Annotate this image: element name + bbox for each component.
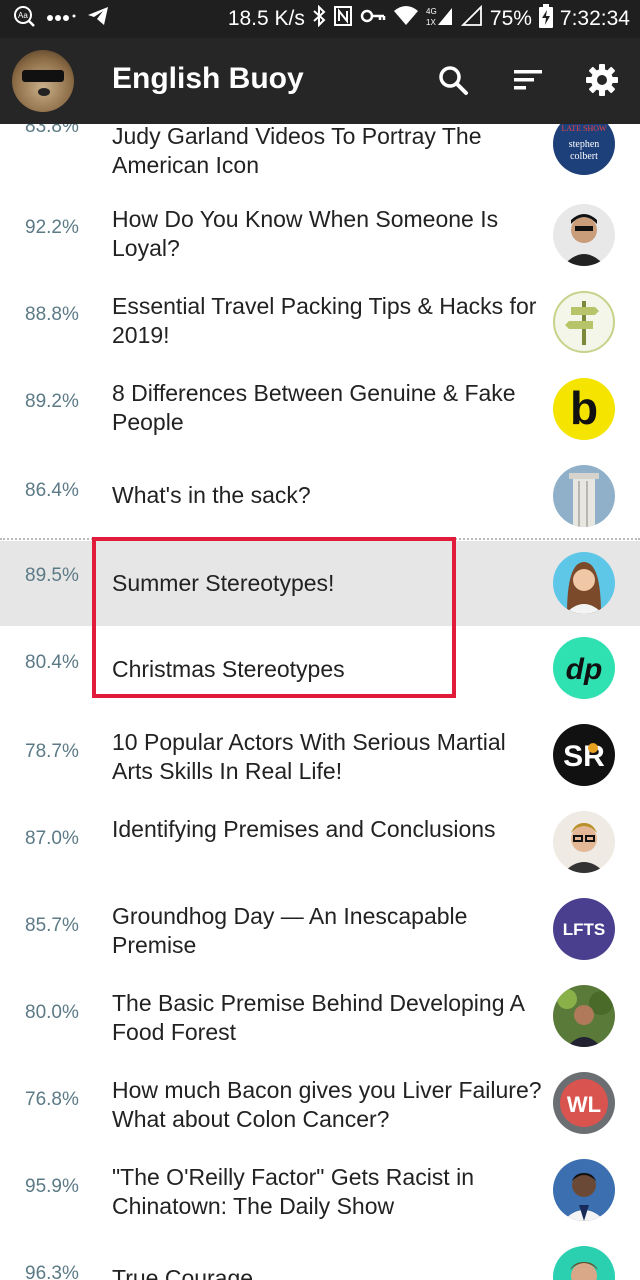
- svg-text:colbert: colbert: [570, 151, 598, 162]
- video-title: Groundhog Day — An Inescapable Premise: [112, 903, 468, 958]
- video-title: How Do You Know When Someone Is Loyal?: [112, 206, 499, 261]
- channel-thumbnail: [553, 1159, 615, 1221]
- svg-text:WL: WL: [567, 1092, 601, 1117]
- match-score: 83.8%: [25, 124, 79, 137]
- bluetooth-icon: [312, 4, 326, 33]
- video-title: How much Bacon gives you Liver Failure? …: [112, 1077, 542, 1132]
- video-title: "The O'Reilly Factor" Gets Racist in Chi…: [112, 1164, 474, 1219]
- battery-charging-icon: [538, 4, 553, 34]
- list-item[interactable]: 83.8% Judy Garland Videos To Portray The…: [0, 124, 640, 193]
- channel-thumbnail: [553, 1246, 615, 1280]
- signal-4g-icon: 4G 1X: [426, 5, 454, 33]
- video-title: Christmas Stereotypes: [112, 656, 345, 682]
- sort-icon: [512, 66, 544, 99]
- app-title: English Buoy: [112, 62, 304, 95]
- battery-percent: 75%: [489, 7, 532, 30]
- list-item[interactable]: 80.4% Christmas Stereotypes dp: [0, 626, 640, 713]
- list-item[interactable]: 85.7% Groundhog Day — An Inescapable Pre…: [0, 887, 640, 974]
- gear-icon: [585, 63, 619, 102]
- channel-thumbnail: b: [553, 378, 615, 440]
- match-score: 80.0%: [25, 1002, 79, 1023]
- svg-text:b: b: [570, 382, 598, 434]
- match-score: 92.2%: [25, 217, 79, 238]
- video-title: True Courage: [112, 1265, 254, 1280]
- list-item[interactable]: 87.0% Identifying Premises and Conclusio…: [0, 800, 640, 887]
- video-list: 83.8% Judy Garland Videos To Portray The…: [0, 124, 640, 1280]
- match-score: 87.0%: [25, 828, 79, 849]
- list-item[interactable]: 86.4% What's in the sack?: [0, 454, 640, 541]
- list-item[interactable]: 89.2% 8 Differences Between Genuine & Fa…: [0, 367, 640, 454]
- match-score: 96.3%: [25, 1263, 79, 1280]
- channel-thumbnail: WL: [553, 1072, 615, 1134]
- svg-text:dp: dp: [566, 653, 603, 686]
- channel-thumbnail: SR: [553, 724, 615, 786]
- signal-icon: [460, 4, 483, 33]
- channel-thumbnail: LATE SHOW stephen colbert: [553, 124, 615, 175]
- svg-text:1X: 1X: [426, 18, 436, 27]
- status-bar: Aa 18.5 K/s 4G 1X 75% 7:32:34: [0, 0, 640, 38]
- settings-button[interactable]: [580, 60, 624, 104]
- svg-text:LFTS: LFTS: [563, 920, 606, 939]
- video-title: Essential Travel Packing Tips & Hacks fo…: [112, 293, 537, 348]
- match-score: 88.8%: [25, 304, 79, 325]
- match-score: 78.7%: [25, 741, 79, 762]
- list-item[interactable]: 92.2% How Do You Know When Someone Is Lo…: [0, 193, 640, 280]
- list-item[interactable]: 96.3% True Courage: [0, 1235, 640, 1280]
- list-item[interactable]: 95.9% "The O'Reilly Factor" Gets Racist …: [0, 1148, 640, 1235]
- video-title: What's in the sack?: [112, 482, 311, 508]
- sort-button[interactable]: [506, 60, 550, 104]
- video-title: Identifying Premises and Conclusions: [112, 816, 496, 842]
- channel-thumbnail: [553, 291, 615, 353]
- match-score: 95.9%: [25, 1176, 79, 1197]
- list-item-selected[interactable]: 89.5% Summer Stereotypes!: [0, 541, 640, 626]
- video-title: The Basic Premise Behind Developing A Fo…: [112, 990, 524, 1045]
- channel-thumbnail: [553, 985, 615, 1047]
- video-title: 8 Differences Between Genuine & Fake Peo…: [112, 380, 516, 435]
- video-title: Summer Stereotypes!: [112, 570, 335, 596]
- svg-text:stephen: stephen: [569, 139, 600, 150]
- thumb-text: LATE SHOW: [561, 124, 607, 133]
- clock: 7:32:34: [559, 7, 630, 30]
- channel-thumbnail: [553, 811, 615, 873]
- channel-thumbnail: [553, 204, 615, 266]
- list-item[interactable]: 80.0% The Basic Premise Behind Developin…: [0, 974, 640, 1061]
- app-logo: [12, 50, 74, 112]
- network-speed: 18.5 K/s: [227, 7, 305, 30]
- channel-thumbnail: LFTS: [553, 898, 615, 960]
- more-dots-icon: [46, 6, 76, 32]
- match-score: 80.4%: [25, 652, 79, 673]
- svg-text:Aa: Aa: [18, 11, 28, 20]
- list-item[interactable]: 88.8% Essential Travel Packing Tips & Ha…: [0, 280, 640, 367]
- search-icon: [437, 64, 469, 101]
- match-score: 89.5%: [25, 565, 79, 586]
- video-title: Judy Garland Videos To Portray The Ameri…: [112, 124, 482, 178]
- wifi-icon: [393, 5, 419, 33]
- channel-thumbnail: [553, 465, 615, 527]
- separator-line: [0, 538, 640, 540]
- list-item[interactable]: 78.7% 10 Popular Actors With Serious Mar…: [0, 713, 640, 800]
- nfc-icon: [333, 5, 353, 33]
- match-score: 86.4%: [25, 480, 79, 501]
- match-score: 89.2%: [25, 391, 79, 412]
- key-icon: [360, 6, 386, 32]
- channel-thumbnail: [553, 552, 615, 614]
- match-score: 85.7%: [25, 915, 79, 936]
- text-size-icon: Aa: [12, 4, 36, 34]
- svg-text:4G: 4G: [426, 7, 437, 16]
- match-score: 76.8%: [25, 1089, 79, 1110]
- telegram-icon: [86, 5, 110, 33]
- svg-text:SR: SR: [563, 740, 605, 773]
- search-button[interactable]: [431, 60, 475, 104]
- video-title: 10 Popular Actors With Serious Martial A…: [112, 729, 506, 784]
- channel-thumbnail: dp: [553, 637, 615, 699]
- list-item[interactable]: 76.8% How much Bacon gives you Liver Fai…: [0, 1061, 640, 1148]
- app-bar: English Buoy: [0, 38, 640, 124]
